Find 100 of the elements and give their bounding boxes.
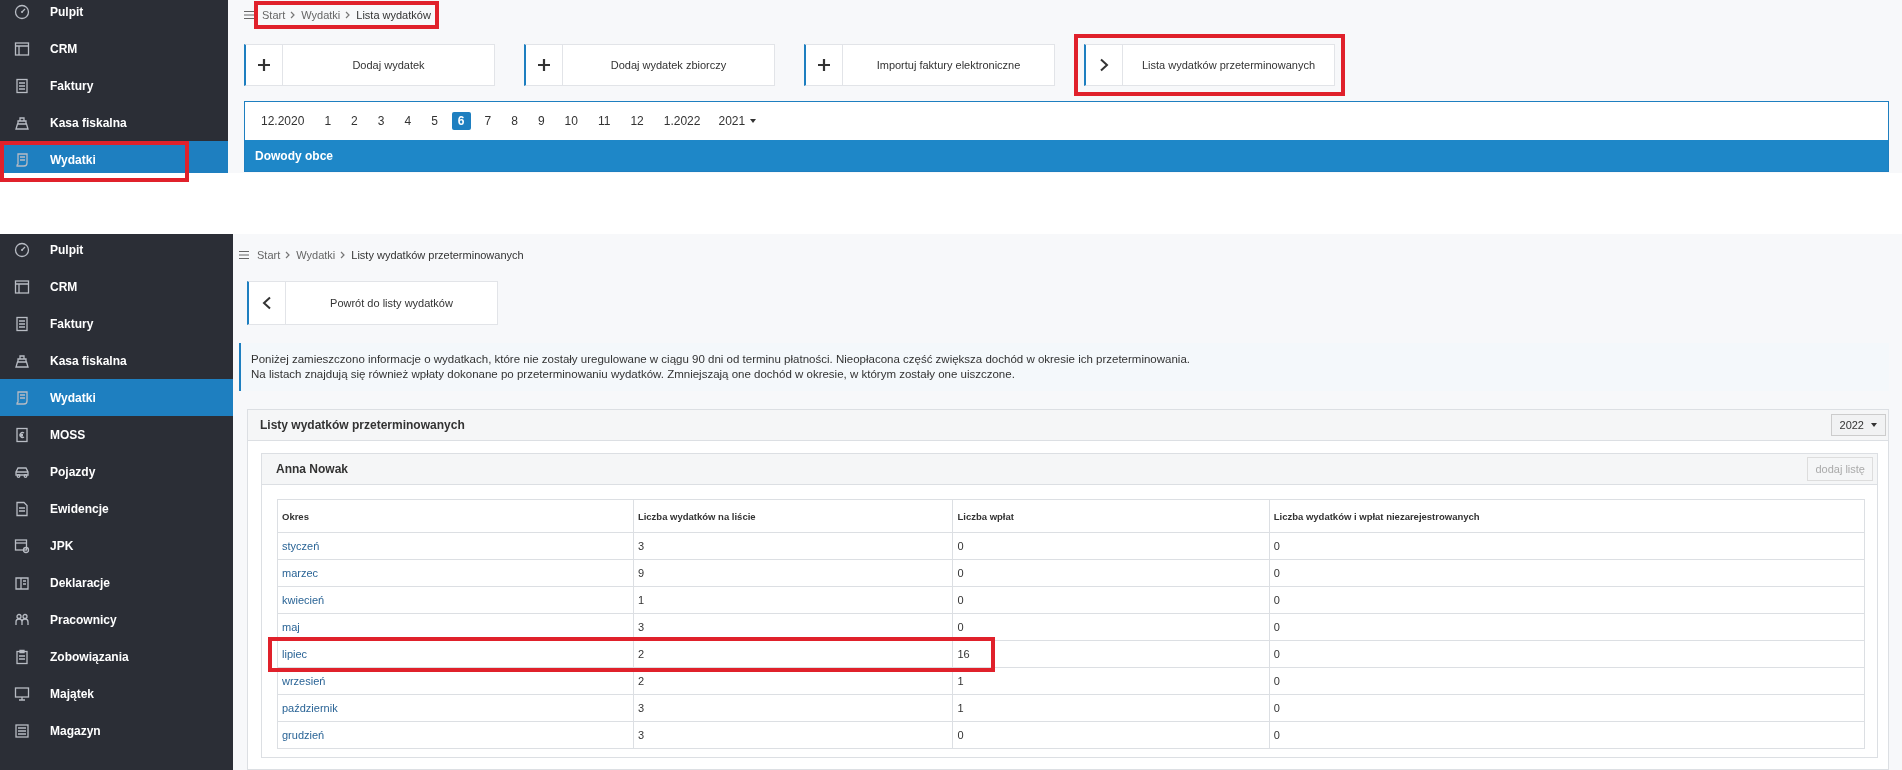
month-link[interactable]: 12 [624, 112, 650, 130]
action-button[interactable]: Dodaj wydatek zbiorczy [524, 44, 775, 86]
cash-register-icon [14, 352, 30, 369]
plus-icon [537, 58, 551, 72]
sidebar-item[interactable]: Kasa fiskalna [0, 104, 228, 141]
chevron-icon [285, 251, 292, 259]
sidebar-item[interactable]: MOSS [0, 416, 233, 453]
sidebar-item[interactable]: Zobowiązania [0, 638, 233, 675]
table-cell: 3 [633, 532, 953, 560]
table-cell: 0 [1269, 721, 1865, 749]
sidebar-item[interactable]: Ewidencje [0, 490, 233, 527]
monitor-icon [14, 685, 30, 702]
section-header: Dowody obce [245, 140, 1888, 171]
clipboard-icon [14, 648, 30, 665]
breadcrumb-link[interactable]: Wydatki [296, 249, 336, 261]
breadcrumb-link[interactable]: Wydatki [301, 9, 341, 21]
month-link[interactable]: 6 [451, 112, 471, 130]
gauge-icon [14, 3, 30, 20]
menu-icon [244, 10, 254, 20]
table-cell: 16 [952, 640, 1270, 668]
sidebar-item[interactable]: Wydatki [0, 379, 233, 416]
month-link[interactable]: 3 [371, 112, 391, 130]
document-icon [14, 77, 30, 94]
sidebar-item[interactable]: CRM [0, 30, 228, 67]
table-cell: 0 [1269, 586, 1865, 614]
chevron-icon [340, 251, 347, 259]
month-link[interactable]: 1 [318, 112, 338, 130]
document-icon [14, 315, 30, 332]
sidebar-item[interactable]: Pojazdy [0, 453, 233, 490]
layout-icon [14, 40, 30, 57]
card-title: Anna Nowak [276, 462, 348, 476]
column-header: Okres [277, 499, 634, 533]
table-cell: 0 [1269, 640, 1865, 668]
table-cell: 0 [1269, 667, 1865, 695]
month-link[interactable]: maj [282, 621, 300, 633]
breadcrumb-link[interactable]: Start [262, 9, 286, 21]
sidebar-item[interactable]: Deklaracje [0, 564, 233, 601]
month-link[interactable]: marzec [282, 567, 319, 579]
year-dropdown[interactable]: 2022 [1830, 414, 1886, 436]
euro-document-icon [14, 426, 30, 443]
table-cell: 3 [633, 694, 953, 722]
document-icon [14, 500, 30, 517]
month-link[interactable]: 11 [591, 112, 617, 130]
table-cell: 1 [633, 586, 953, 614]
sidebar-item[interactable]: Pulpit [0, 0, 228, 30]
plus-icon [817, 58, 831, 72]
sidebar-item[interactable]: Faktury [0, 67, 228, 104]
people-icon [14, 611, 30, 628]
book-icon [14, 574, 30, 591]
breadcrumb-link[interactable]: Start [257, 249, 281, 261]
month-link[interactable]: lipiec [282, 648, 308, 660]
sidebar-item[interactable]: Faktury [0, 305, 233, 342]
menu-icon [239, 250, 249, 260]
plus-icon [257, 58, 271, 72]
month-link[interactable]: październik [282, 702, 338, 714]
sidebar-item[interactable]: Magazyn [0, 712, 233, 749]
action-button[interactable]: Dodaj wydatek [244, 44, 495, 86]
month-link[interactable]: 7 [478, 112, 498, 130]
back-button[interactable]: Powrót do listy wydatków [247, 281, 498, 325]
month-link[interactable]: grudzień [282, 729, 325, 741]
sidebar-item[interactable]: JPK [0, 527, 233, 564]
table-cell: 0 [952, 559, 1270, 587]
table-cell: 0 [1269, 613, 1865, 641]
year-dropdown[interactable]: 2021 [714, 112, 761, 130]
table-cell: 3 [633, 721, 953, 749]
table-cell: 1 [952, 667, 1270, 695]
column-header: Liczba wydatków i wpłat niezarejestrowanych [1269, 499, 1865, 533]
window-gear-icon [14, 537, 30, 554]
gauge-icon [14, 241, 30, 258]
sidebar-item[interactable]: Kasa fiskalna [0, 342, 233, 379]
month-link[interactable]: kwiecień [282, 594, 325, 606]
month-link[interactable]: 9 [531, 112, 551, 130]
sidebar-item[interactable]: Pracownicy [0, 601, 233, 638]
month-link[interactable]: 5 [425, 112, 444, 130]
list-icon [14, 722, 30, 739]
info-text: Na listach znajdują się również wpłaty dokonane po przeterminowaniu wydatków. Zmniejszają one dochód w okresie, w którym zostały one uiszczone. [251, 367, 1016, 382]
table-cell: 1 [952, 694, 1270, 722]
month-link[interactable]: 10 [558, 112, 584, 130]
month-link[interactable]: styczeń [282, 540, 320, 552]
table-cell: 0 [952, 721, 1270, 749]
month-link[interactable]: wrzesień [282, 675, 326, 687]
chevron-icon [345, 11, 352, 19]
sidebar-item[interactable]: CRM [0, 268, 233, 305]
month-link[interactable]: 1.2022 [657, 112, 707, 130]
month-link[interactable]: 4 [398, 112, 418, 130]
table-cell: 9 [633, 559, 953, 587]
chevron-icon [290, 11, 297, 19]
month-link[interactable]: 2 [345, 112, 364, 130]
receipt-icon [14, 151, 30, 168]
table-cell: 0 [1269, 532, 1865, 560]
month-link[interactable]: 12.2020 [255, 112, 311, 130]
action-button[interactable]: Lista wydatków przeterminowanych [1084, 44, 1335, 86]
action-button[interactable]: Importuj faktury elektroniczne [804, 44, 1055, 86]
table-cell: 0 [1269, 694, 1865, 722]
sidebar-item[interactable]: Majątek [0, 675, 233, 712]
month-link[interactable]: 8 [505, 112, 524, 130]
column-header: Liczba wpłat [952, 499, 1270, 533]
column-header: Liczba wydatków na liście [633, 499, 953, 533]
table-cell: 0 [952, 586, 1270, 614]
sidebar-item[interactable]: Pulpit [0, 234, 233, 268]
